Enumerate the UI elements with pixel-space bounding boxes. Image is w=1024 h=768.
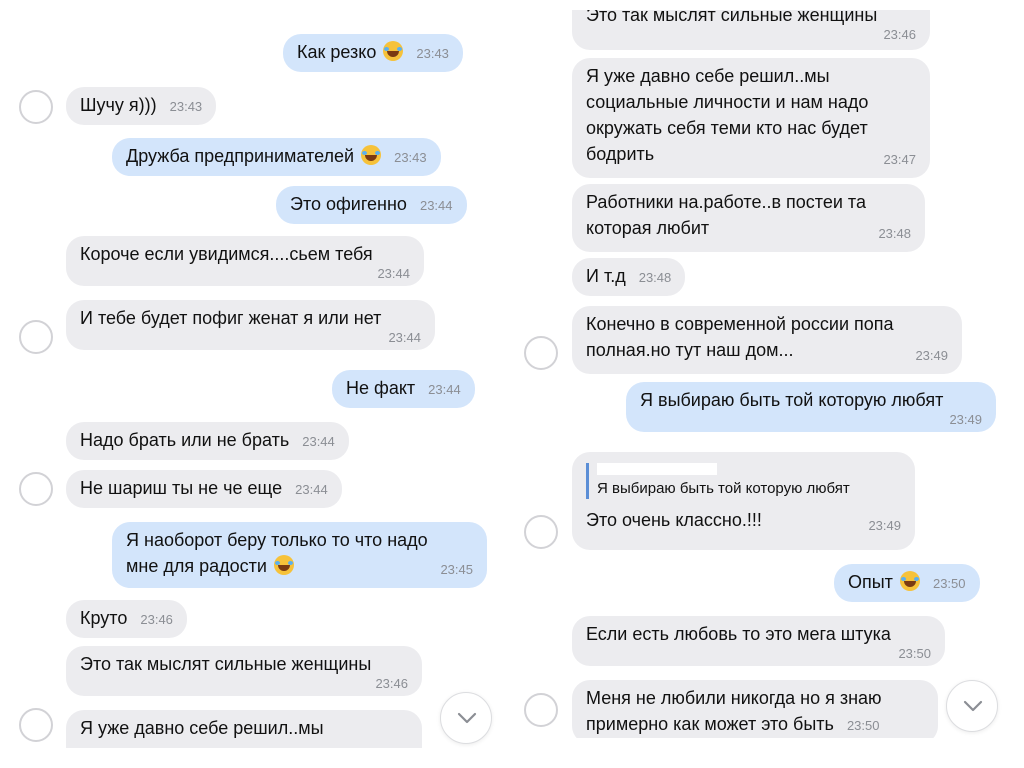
message-text-line: Конечно в современной россии попа: [586, 314, 894, 334]
message-incoming[interactable]: Короче если увидимся....сьем тебя 23:44: [66, 236, 424, 286]
message-incoming[interactable]: Меня не любили никогда но я знаю примерн…: [572, 680, 938, 744]
laughing-tears-emoji-icon: [899, 571, 920, 591]
message-incoming[interactable]: Не шариш ты не че еще 23:44: [66, 470, 342, 508]
reply-author-redacted: [597, 463, 717, 475]
message-text: И т.д: [586, 266, 626, 286]
reply-quote-text: Я выбираю быть той которую любят: [597, 480, 850, 497]
avatar[interactable]: [524, 515, 558, 549]
panel-top-edge: [516, 0, 1024, 10]
message-time: 23:44: [388, 330, 421, 345]
message-text: Если есть любовь то это мега штука: [586, 624, 891, 644]
laughing-tears-emoji-icon: [383, 41, 404, 61]
message-time: 23:44: [302, 434, 335, 449]
message-text-line: мне для радости: [126, 556, 267, 576]
message-time: 23:46: [883, 27, 916, 42]
message-time: 23:50: [846, 718, 880, 733]
message-incoming[interactable]: Работники на.работе..в постеи та которая…: [572, 184, 925, 252]
message-time: 23:46: [375, 676, 408, 691]
panel-bottom-edge: [516, 738, 1024, 768]
message-time: 23:50: [932, 576, 966, 591]
message-incoming[interactable]: Я уже давно себе решил..мы социальные ли…: [572, 58, 930, 178]
message-time: 23:46: [140, 612, 173, 627]
message-text-line: бодрить: [586, 144, 655, 164]
message-text-line: Работники на.работе..в постеи та: [586, 192, 866, 212]
avatar[interactable]: [524, 336, 558, 370]
message-incoming[interactable]: И т.д 23:48: [572, 258, 686, 296]
message-time: 23:45: [440, 562, 473, 577]
avatar[interactable]: [524, 693, 558, 727]
chat-panel-right: Это так мыслят сильные женщины 23:46 Я у…: [516, 0, 1024, 768]
message-text: Как резко: [297, 42, 377, 62]
message-incoming[interactable]: Это так мыслят сильные женщины 23:46: [66, 646, 422, 696]
message-time: 23:47: [883, 152, 916, 167]
message-incoming[interactable]: Конечно в современной россии попа полная…: [572, 306, 962, 374]
message-incoming[interactable]: Круто 23:46: [66, 600, 187, 638]
message-text: Надо брать или не брать: [80, 430, 290, 450]
avatar[interactable]: [19, 90, 53, 124]
message-text: Не шариш ты не че еще: [80, 478, 283, 498]
message-text: И тебе будет пофиг женат я или нет: [80, 308, 382, 328]
message-text-line: Я уже давно себе решил..мы: [586, 66, 830, 86]
laughing-tears-emoji-icon: [273, 555, 294, 575]
message-time: 23:44: [428, 382, 461, 397]
message-outgoing[interactable]: Дружба предпринимателей 23:43: [112, 138, 441, 176]
message-outgoing[interactable]: Как резко 23:43: [283, 34, 463, 72]
message-text-line: окружать себя теми кто нас будет: [586, 118, 868, 138]
avatar[interactable]: [19, 472, 53, 506]
panel-bottom-edge: [0, 748, 508, 768]
message-text: Опыт: [848, 572, 893, 592]
message-text-line: социальные личности и нам надо: [586, 92, 869, 112]
message-outgoing[interactable]: Опыт 23:50: [834, 564, 980, 602]
message-time: 23:43: [394, 150, 427, 165]
message-time: 23:44: [295, 482, 328, 497]
avatar[interactable]: [19, 708, 53, 742]
message-text-line: Меня не любили никогда но я знаю: [586, 688, 882, 708]
message-text: Это очень классно.!!!: [586, 510, 762, 530]
message-text: Это офигенно: [290, 194, 407, 214]
message-incoming[interactable]: Надо брать или не брать 23:44: [66, 422, 349, 460]
scroll-to-bottom-button[interactable]: [946, 680, 998, 732]
message-text: Я выбираю быть той которую любят: [640, 390, 944, 410]
message-text-line: которая любит: [586, 218, 710, 238]
message-outgoing[interactable]: Не факт 23:44: [332, 370, 475, 408]
message-incoming[interactable]: Шучу я))) 23:43: [66, 87, 217, 125]
chevron-down-icon: [963, 700, 983, 712]
message-text: Я уже давно себе решил..мы: [80, 718, 324, 738]
scroll-to-bottom-button[interactable]: [440, 692, 492, 744]
reply-quote[interactable]: Я выбираю быть той которую любят: [586, 463, 901, 499]
message-incoming[interactable]: Я выбираю быть той которую любят Это оче…: [572, 452, 915, 550]
message-text: Круто: [80, 608, 128, 628]
message-time: 23:44: [419, 198, 453, 213]
message-text: Не факт: [346, 378, 416, 398]
message-text: Короче если увидимся....сьем тебя: [80, 244, 373, 264]
message-time: 23:49: [949, 412, 982, 427]
message-text-line: полная.но тут наш дом...: [586, 340, 794, 360]
message-time: 23:48: [638, 270, 672, 285]
message-time: 23:49: [868, 518, 901, 533]
message-incoming[interactable]: Если есть любовь то это мега штука 23:50: [572, 616, 945, 666]
message-text: Это так мыслят сильные женщины: [80, 654, 372, 674]
message-time: 23:49: [915, 348, 948, 363]
message-text: Дружба предпринимателей: [126, 146, 355, 166]
message-time: 23:48: [878, 226, 911, 241]
avatar[interactable]: [19, 320, 53, 354]
message-text-line: Я наоборот беру только то что надо: [126, 530, 428, 550]
message-incoming[interactable]: И тебе будет пофиг женат я или нет 23:44: [66, 300, 435, 350]
message-time: 23:43: [169, 99, 203, 114]
message-time: 23:44: [377, 266, 410, 281]
message-time: 23:43: [416, 46, 449, 61]
message-outgoing[interactable]: Я наоборот беру только то что надо мне д…: [112, 522, 487, 588]
message-outgoing[interactable]: Я выбираю быть той которую любят 23:49: [626, 382, 996, 432]
chat-panel-left: Как резко 23:43 Шучу я))) 23:43 Дружба п…: [0, 0, 508, 768]
message-time: 23:50: [898, 646, 931, 661]
message-text: Шучу я))): [80, 95, 157, 115]
chevron-down-icon: [457, 712, 477, 724]
message-outgoing[interactable]: Это офигенно 23:44: [276, 186, 467, 224]
message-text-line: примерно как может это быть: [586, 714, 834, 734]
laughing-tears-emoji-icon: [361, 145, 382, 165]
